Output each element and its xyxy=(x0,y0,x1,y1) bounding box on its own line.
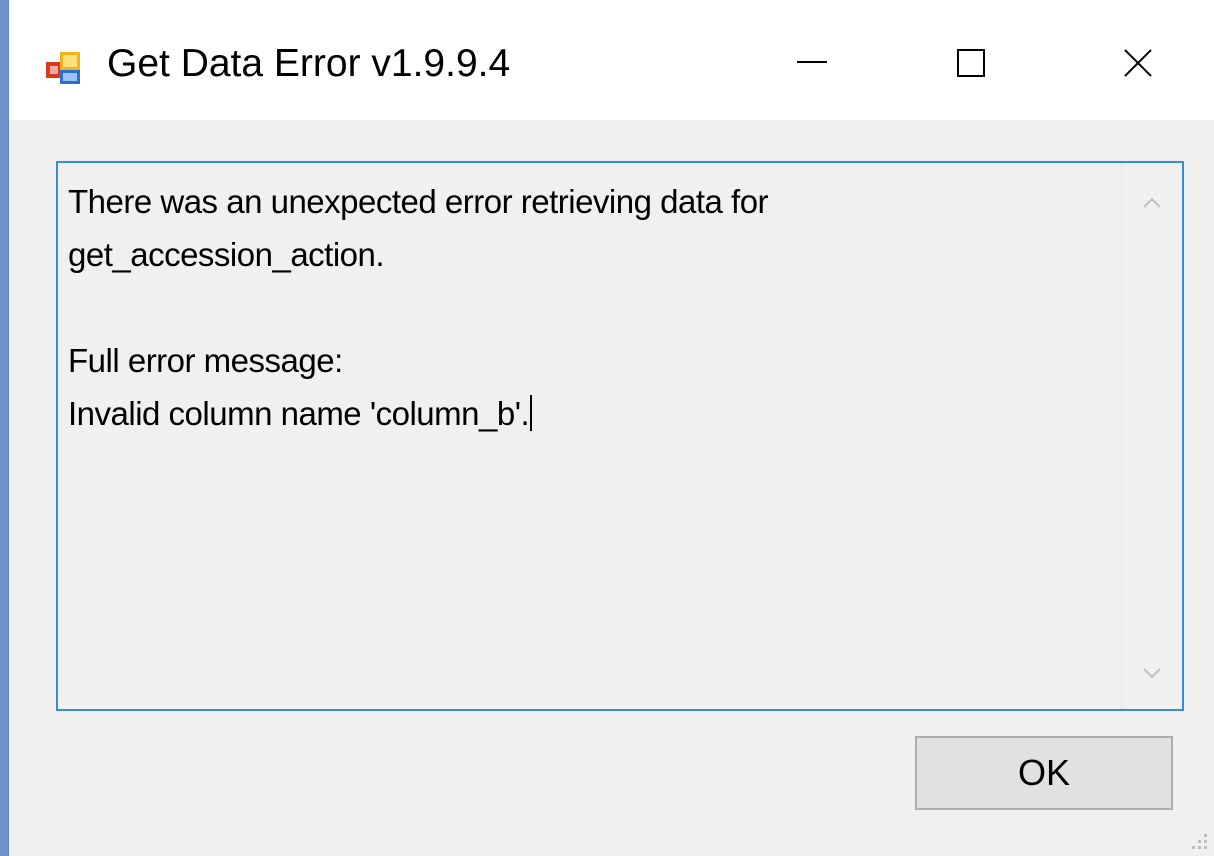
maximize-button[interactable] xyxy=(915,18,1025,108)
window-title: Get Data Error v1.9.9.4 xyxy=(107,42,511,85)
error-message-text: There was an unexpected error retrieving… xyxy=(68,175,1108,440)
scroll-down-arrow-icon[interactable] xyxy=(1122,643,1182,703)
close-button[interactable] xyxy=(1087,18,1197,108)
error-message-textbox[interactable]: There was an unexpected error retrieving… xyxy=(56,161,1184,711)
text-caret xyxy=(530,395,533,431)
title-bar[interactable]: Get Data Error v1.9.9.4 xyxy=(9,0,1214,120)
scroll-up-arrow-icon[interactable] xyxy=(1122,173,1182,233)
resize-grip-icon[interactable] xyxy=(1186,828,1210,852)
vertical-scrollbar[interactable] xyxy=(1121,163,1182,709)
ok-button[interactable]: OK xyxy=(915,736,1173,810)
maximize-icon xyxy=(957,49,985,77)
message-line-5: Invalid column name 'column_b'. xyxy=(68,395,530,432)
minimize-button[interactable] xyxy=(755,18,865,108)
message-line-2: get_accession_action. xyxy=(68,236,385,273)
app-icon xyxy=(46,52,80,84)
error-dialog-window: Get Data Error v1.9.9.4 There was an une… xyxy=(8,0,1214,856)
message-line-4: Full error message: xyxy=(68,342,343,379)
close-icon xyxy=(1124,49,1152,77)
message-line-1: There was an unexpected error retrieving… xyxy=(68,183,769,220)
minimize-icon xyxy=(797,61,827,63)
